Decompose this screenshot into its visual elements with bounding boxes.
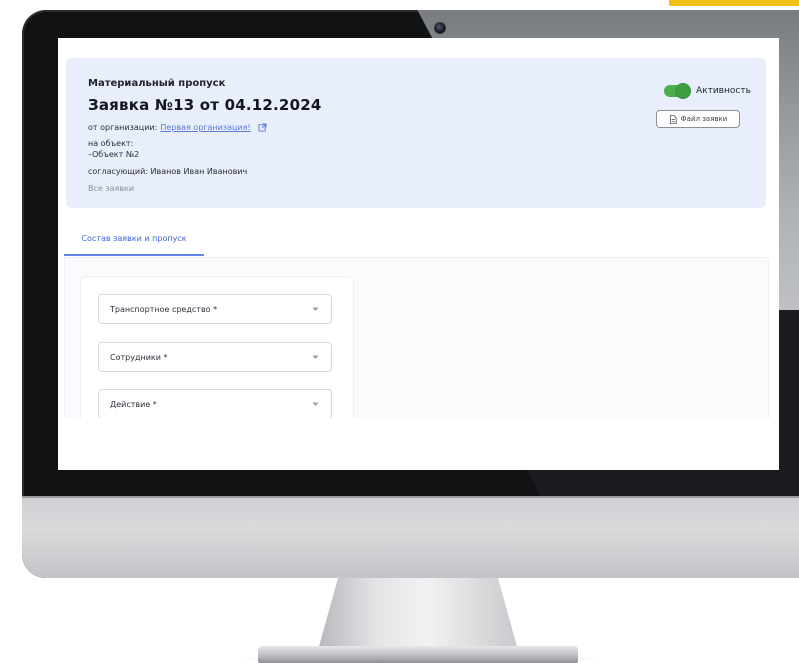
all-requests-link[interactable]: Все заявки — [88, 184, 134, 193]
employees-select-placeholder: Сотрудники * — [110, 352, 168, 362]
vehicle-select-placeholder: Транспортное средство * — [110, 304, 218, 314]
tab-request-contents[interactable]: Состав заявки и пропуск — [64, 234, 204, 243]
yellow-accent — [669, 0, 799, 6]
external-link-icon[interactable] — [258, 123, 267, 132]
chevron-down-icon — [312, 402, 319, 406]
employees-select[interactable]: Сотрудники * — [98, 342, 332, 372]
organization-line: от организации: Первая организация! — [88, 123, 267, 132]
screen-cutoff — [58, 418, 779, 470]
request-file-button[interactable]: Файл заявки — [656, 110, 740, 128]
document-icon — [669, 114, 677, 124]
vehicle-select[interactable]: Транспортное средство * — [98, 294, 332, 324]
monitor-chin — [22, 496, 799, 578]
chevron-down-icon — [312, 307, 319, 311]
screen: Материальный пропуск Заявка №13 от 04.12… — [58, 38, 779, 470]
approver-text: согласующий: Иванов Иван Иванович — [88, 167, 248, 176]
action-select-placeholder: Действие * — [110, 399, 157, 409]
action-select[interactable]: Действие * — [98, 389, 332, 419]
pass-type-label: Материальный пропуск — [88, 78, 226, 89]
organization-prefix: от организации: — [88, 123, 158, 132]
object-value: –Объект №2 — [88, 150, 140, 159]
page-title: Заявка №13 от 04.12.2024 — [88, 96, 322, 114]
request-header-card: Материальный пропуск Заявка №13 от 04.12… — [66, 58, 766, 208]
tab-active-indicator — [64, 254, 204, 256]
activity-toggle[interactable] — [664, 84, 690, 98]
camera-icon — [434, 22, 446, 34]
object-label: на объект: — [88, 139, 134, 148]
activity-toggle-group: Активность — [664, 84, 751, 98]
organization-link[interactable]: Первая организация! — [160, 123, 250, 132]
chin-divider — [22, 496, 799, 498]
file-button-label: Файл заявки — [680, 115, 728, 123]
monitor-stand — [318, 578, 518, 650]
activity-label: Активность — [696, 86, 751, 96]
toggle-knob — [676, 84, 690, 98]
monitor-stand-base — [258, 646, 578, 663]
chevron-down-icon — [312, 355, 319, 359]
stage: Материальный пропуск Заявка №13 от 04.12… — [0, 0, 799, 663]
